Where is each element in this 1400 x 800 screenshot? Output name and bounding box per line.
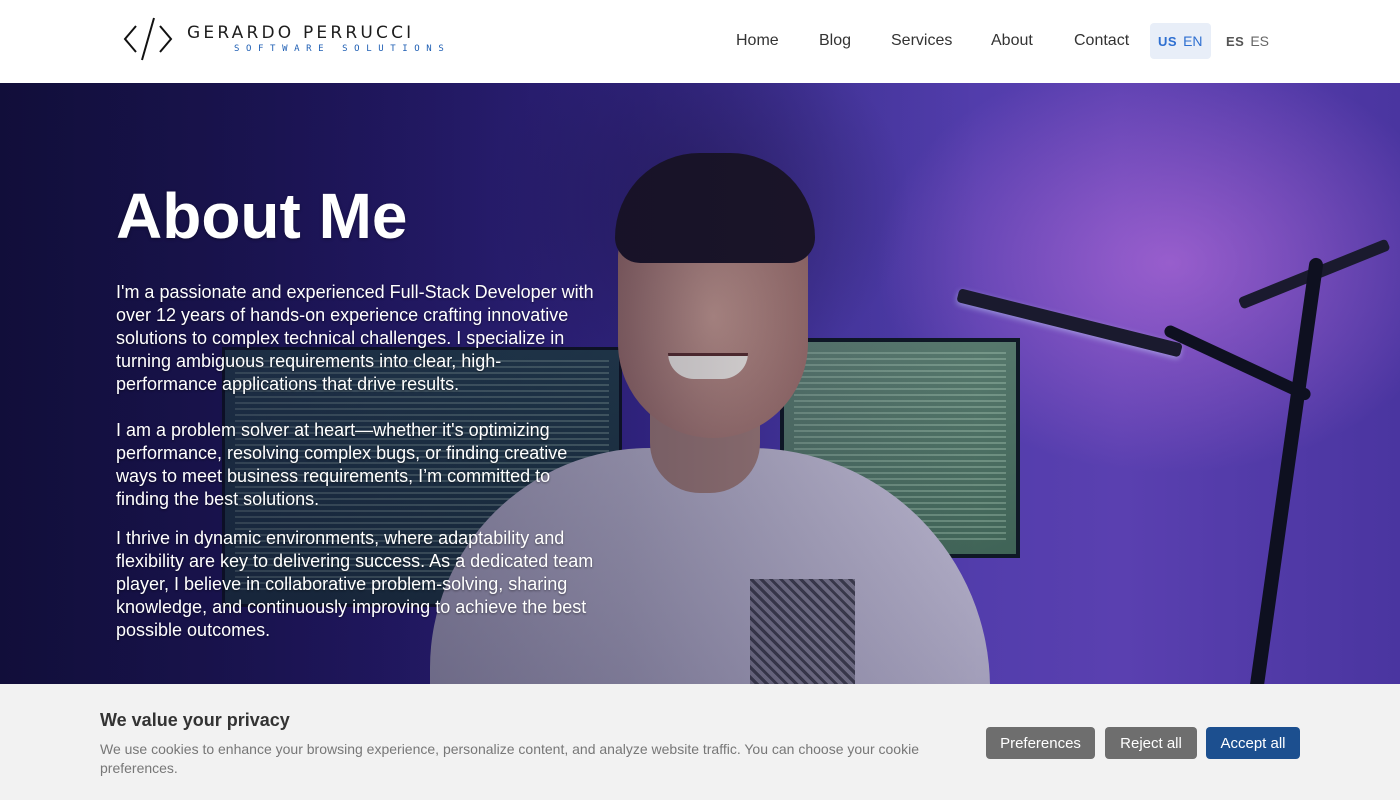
cookie-title: We value your privacy	[100, 710, 290, 730]
site-logo[interactable]: GERARDO PERRUCCI SOFTWARE SOLUTIONS	[122, 14, 444, 64]
nav-about[interactable]: About	[991, 32, 1033, 50]
es-flag-icon: ES	[1226, 33, 1245, 49]
about-paragraph-1: I'm a passionate and experienced Full-St…	[116, 282, 594, 394]
nav-services[interactable]: Services	[891, 32, 952, 50]
about-paragraph-3: I thrive in dynamic environments, where …	[116, 528, 594, 640]
brand-name: GERARDO PERRUCCI	[187, 23, 415, 43]
nav-blog[interactable]: Blog	[819, 32, 851, 50]
language-code: EN	[1183, 33, 1203, 49]
brand-tagline: SOFTWARE SOLUTIONS	[234, 44, 451, 54]
page-title: About Me	[116, 180, 408, 252]
nav-home[interactable]: Home	[736, 32, 779, 50]
cookie-banner: We value your privacy We use cookies to …	[0, 684, 1400, 800]
cookie-description: We use cookies to enhance your browsing …	[100, 741, 919, 776]
language-code: ES	[1250, 33, 1270, 49]
language-en-option[interactable]: US EN	[1150, 23, 1211, 59]
site-header: GERARDO PERRUCCI SOFTWARE SOLUTIONS Home…	[0, 0, 1400, 83]
hero-content: About Me I'm a passionate and experience…	[116, 178, 636, 642]
cookie-accept-all-button[interactable]: Accept all	[1206, 727, 1300, 759]
about-hero: About Me I'm a passionate and experience…	[0, 83, 1400, 684]
code-brackets-icon	[123, 17, 173, 61]
us-flag-icon: US	[1158, 33, 1178, 49]
about-paragraph-2: I am a problem solver at heart—whether i…	[116, 420, 568, 509]
language-es-option[interactable]: ES ES	[1218, 23, 1277, 59]
cookie-reject-all-button[interactable]: Reject all	[1105, 727, 1197, 759]
nav-contact[interactable]: Contact	[1074, 32, 1129, 50]
cookie-preferences-button[interactable]: Preferences	[986, 727, 1095, 759]
